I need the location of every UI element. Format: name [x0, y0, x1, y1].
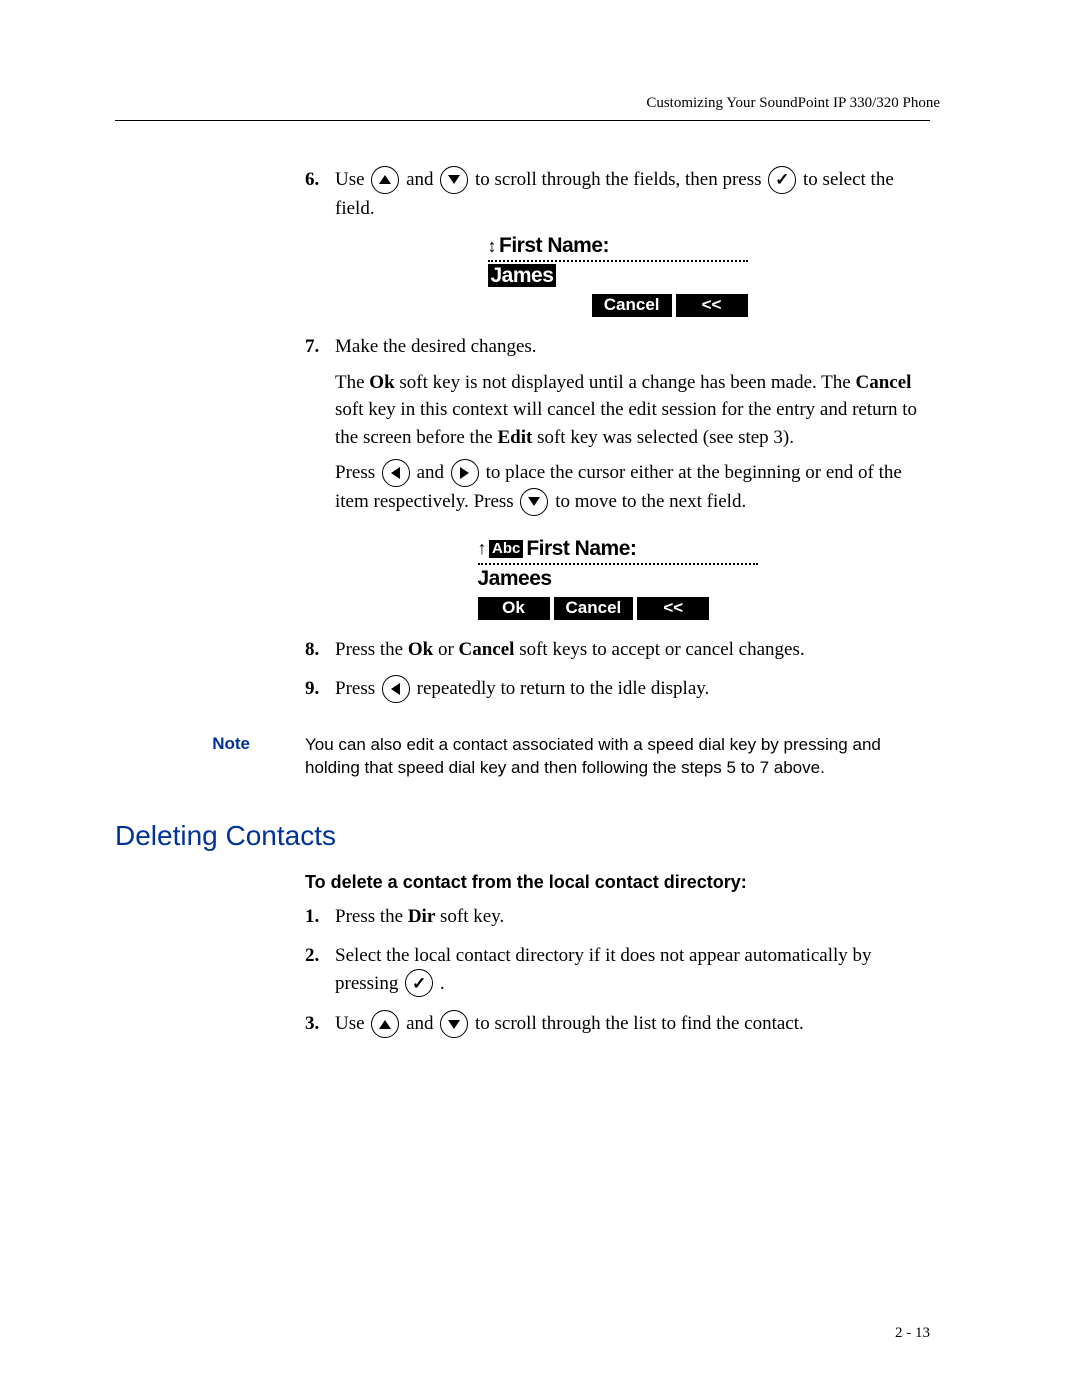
text: Use	[335, 169, 369, 190]
left-arrow-icon	[382, 675, 410, 703]
running-header: Customizing Your SoundPoint IP 330/320 P…	[115, 95, 940, 112]
field-value-row: James	[488, 262, 748, 294]
note-label: Note	[115, 734, 305, 780]
steps-list: 7. Make the desired changes. The Ok soft…	[305, 333, 930, 524]
text: to scroll through the fields, then press	[475, 169, 766, 190]
step-body: Use and to scroll through the fields, th…	[335, 166, 930, 222]
right-arrow-icon	[451, 459, 479, 487]
phone-screen-1: ↕ First Name: James Cancel <<	[488, 234, 748, 317]
page: Customizing Your SoundPoint IP 330/320 P…	[0, 0, 1080, 1397]
step-body: Press the Dir soft key.	[335, 903, 930, 931]
step-number: 1.	[305, 903, 335, 931]
text: .	[440, 973, 445, 994]
delete-step-3: 3. Use and to scroll through the list to…	[305, 1010, 930, 1039]
bold-ok: Ok	[408, 639, 433, 660]
field-value: James	[488, 264, 557, 287]
bold-ok: Ok	[369, 372, 394, 393]
up-arrow-icon	[371, 1010, 399, 1038]
softkey-row: Cancel <<	[488, 294, 748, 317]
step-number: 3.	[305, 1010, 335, 1039]
paragraph: Press and to place the cursor either at …	[335, 459, 930, 516]
step-number: 2.	[305, 942, 335, 998]
note-text: You can also edit a contact associated w…	[305, 734, 930, 780]
step-body: Make the desired changes. The Ok soft ke…	[335, 333, 930, 524]
field-value: Jamees	[478, 567, 552, 590]
section-heading-deleting-contacts: Deleting Contacts	[115, 820, 930, 852]
text: soft key.	[435, 906, 504, 927]
step-body: Select the local contact directory if it…	[335, 942, 930, 998]
phone-title-row: ↑ Abc First Name:	[478, 537, 758, 565]
phone-screen-2: ↑ Abc First Name: Jamees Ok Cancel <<	[478, 537, 758, 620]
bold-cancel: Cancel	[459, 639, 515, 660]
step-8: 8. Press the Ok or Cancel soft keys to a…	[305, 636, 930, 664]
text: Press	[335, 462, 380, 483]
text: Make the desired changes.	[335, 336, 537, 357]
paragraph: The Ok soft key is not displayed until a…	[335, 369, 930, 452]
header-rule	[115, 120, 930, 121]
step-body: Press the Ok or Cancel soft keys to acce…	[335, 636, 930, 664]
steps-list: 6. Use and to scroll through the fields,…	[305, 166, 930, 222]
down-arrow-icon	[520, 488, 548, 516]
step-body: Press repeatedly to return to the idle d…	[335, 675, 930, 704]
text: soft key was selected (see step 3).	[532, 427, 794, 448]
page-number: 2 - 13	[895, 1325, 930, 1342]
text: to scroll through the list to find the c…	[475, 1013, 804, 1034]
input-mode-badge: Abc	[489, 540, 523, 558]
softkey-backspace: <<	[637, 597, 709, 620]
bold-dir: Dir	[408, 906, 435, 927]
down-arrow-icon	[440, 1010, 468, 1038]
bold-edit: Edit	[497, 427, 532, 448]
softkey-cancel: Cancel	[592, 294, 672, 317]
text: Press the	[335, 906, 408, 927]
field-label: First Name:	[526, 537, 636, 561]
check-icon: ✓	[768, 166, 796, 194]
steps-list: 1. Press the Dir soft key. 2. Select the…	[305, 903, 930, 1039]
text: repeatedly to return to the idle display…	[417, 678, 710, 699]
step-9: 9. Press repeatedly to return to the idl…	[305, 675, 930, 704]
softkey-backspace: <<	[676, 294, 748, 317]
step-6: 6. Use and to scroll through the fields,…	[305, 166, 930, 222]
text: and	[406, 169, 438, 190]
delete-step-1: 1. Press the Dir soft key.	[305, 903, 930, 931]
step-number: 9.	[305, 675, 335, 704]
text: The	[335, 372, 369, 393]
text: soft key is not displayed until a change…	[395, 372, 856, 393]
step-number: 8.	[305, 636, 335, 664]
softkey-cancel: Cancel	[554, 597, 634, 620]
scroll-indicator-icon: ↕	[488, 236, 497, 257]
text: Press	[335, 678, 380, 699]
step-body: Use and to scroll through the list to fi…	[335, 1010, 930, 1039]
softkey-row: Ok Cancel <<	[478, 597, 758, 620]
text: Use	[335, 1013, 369, 1034]
text: or	[433, 639, 458, 660]
step-number: 7.	[305, 333, 335, 524]
bold-cancel: Cancel	[855, 372, 911, 393]
up-arrow-icon	[371, 166, 399, 194]
text: to move to the next field.	[555, 491, 746, 512]
note-block: Note You can also edit a contact associa…	[115, 734, 930, 780]
scroll-up-indicator-icon: ↑	[478, 538, 487, 559]
content-block: To delete a contact from the local conta…	[305, 872, 930, 1039]
sub-heading: To delete a contact from the local conta…	[305, 872, 930, 893]
steps-list: 8. Press the Ok or Cancel soft keys to a…	[305, 636, 930, 704]
field-label: First Name:	[499, 234, 609, 258]
text: and	[417, 462, 449, 483]
field-value-row: Jamees	[478, 565, 758, 597]
left-arrow-icon	[382, 459, 410, 487]
phone-title-row: ↕ First Name:	[488, 234, 748, 262]
check-icon: ✓	[405, 969, 433, 997]
step-number: 6.	[305, 166, 335, 222]
step-7: 7. Make the desired changes. The Ok soft…	[305, 333, 930, 524]
content-block: 6. Use and to scroll through the fields,…	[305, 166, 930, 704]
text: and	[406, 1013, 438, 1034]
softkey-ok: Ok	[478, 597, 550, 620]
delete-step-2: 2. Select the local contact directory if…	[305, 942, 930, 998]
down-arrow-icon	[440, 166, 468, 194]
text: soft keys to accept or cancel changes.	[514, 639, 804, 660]
text: Press the	[335, 639, 408, 660]
